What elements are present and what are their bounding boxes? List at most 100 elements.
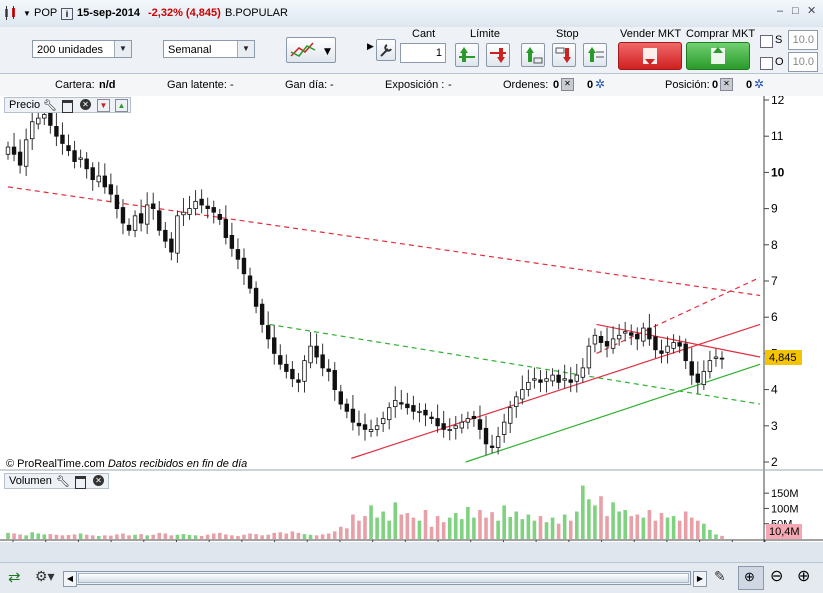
move-down-icon[interactable]: ▼ bbox=[97, 99, 110, 112]
volume-bar-up bbox=[581, 485, 585, 539]
volume-bar-up bbox=[387, 520, 392, 539]
candle-up bbox=[526, 381, 531, 390]
period-value: Semanal bbox=[168, 44, 212, 56]
chart-type-button[interactable]: ▼ bbox=[286, 37, 336, 63]
side-arrow-icon[interactable]: ▶ bbox=[367, 41, 374, 52]
candle-down bbox=[223, 219, 229, 238]
volume-bar-down bbox=[326, 533, 331, 539]
limit-buy-button[interactable] bbox=[455, 43, 479, 67]
title-bar: ▼ POP i 15-sep-2014 -2,32% (4,845) B.POP… bbox=[0, 0, 823, 28]
period-select[interactable]: Semanal ▼ bbox=[163, 40, 255, 58]
volume-bar-down bbox=[60, 535, 65, 539]
volume-bar-up bbox=[665, 517, 670, 539]
zoom-fit-button[interactable]: ⊕ bbox=[738, 566, 764, 590]
horizontal-scrollbar[interactable] bbox=[76, 571, 691, 585]
price-tick-label: 11 bbox=[771, 129, 784, 143]
volume-bar-down bbox=[653, 520, 658, 539]
candle-up bbox=[562, 378, 567, 381]
o-input[interactable]: 10.0 bbox=[788, 52, 818, 72]
volume-bar-down bbox=[115, 534, 119, 539]
quote-date: 15-sep-2014 bbox=[77, 7, 140, 19]
price-tick-label: 10 bbox=[771, 165, 785, 179]
info-icon[interactable]: i bbox=[61, 8, 73, 20]
orders-gear-icon[interactable]: ✲ bbox=[595, 77, 605, 91]
volume-bar-up bbox=[181, 534, 186, 539]
candle-down bbox=[84, 158, 89, 170]
scroll-right-button[interactable]: ▶ bbox=[693, 571, 707, 587]
candle-down bbox=[284, 363, 289, 372]
s-input[interactable]: 10.0 bbox=[788, 30, 818, 50]
indicator-icon[interactable]: ⚙▾ bbox=[35, 568, 55, 585]
cancel-orders-icon[interactable]: ✕ bbox=[561, 78, 574, 91]
buy-icon bbox=[711, 47, 725, 64]
wrench-icon[interactable]: 🔧︎ bbox=[56, 475, 70, 489]
chart-type-icon: ▼ bbox=[290, 42, 331, 57]
stop-label: Stop bbox=[556, 28, 579, 40]
window-icon[interactable] bbox=[75, 476, 86, 489]
close-position-icon[interactable]: ✕ bbox=[720, 78, 733, 91]
swap-chart-icon[interactable]: ⇄ bbox=[8, 568, 21, 586]
units-select[interactable]: 200 unidades ▼ bbox=[32, 40, 132, 58]
s-checkbox[interactable] bbox=[760, 35, 773, 48]
minimize-icon[interactable]: – bbox=[777, 6, 788, 17]
wrench-button[interactable] bbox=[376, 39, 396, 61]
volume-bar-down bbox=[254, 534, 258, 539]
candle-up bbox=[175, 215, 180, 254]
volume-bar-down bbox=[278, 532, 283, 539]
maximize-icon[interactable]: □ bbox=[792, 6, 803, 17]
price-panel-title: Precio bbox=[9, 99, 41, 111]
volume-bar-up bbox=[42, 534, 47, 539]
candle-up bbox=[622, 331, 628, 334]
volume-bar-up bbox=[514, 511, 519, 539]
close-panel-icon[interactable]: ✕ bbox=[93, 475, 104, 486]
candle-up bbox=[181, 211, 186, 216]
candle-down bbox=[344, 403, 350, 412]
volume-bar-down bbox=[224, 534, 228, 539]
candle-down bbox=[290, 368, 295, 380]
draw-tool-icon[interactable]: ✎ bbox=[714, 568, 726, 585]
chevron-down-icon[interactable]: ▼ bbox=[237, 41, 254, 57]
volume-bar-up bbox=[708, 529, 712, 539]
sell-market-button[interactable] bbox=[618, 42, 682, 70]
chart-area[interactable]: 12111098765432 150M100M50M 2011marmayjul… bbox=[0, 96, 823, 542]
volume-bar-down bbox=[169, 535, 174, 539]
stop-sell-button[interactable] bbox=[552, 43, 576, 67]
window-icon[interactable] bbox=[62, 100, 73, 113]
dropdown-arrow-icon[interactable]: ▼ bbox=[23, 9, 31, 18]
current-price-label: 4,845 bbox=[769, 352, 797, 364]
vender-label: Vender MKT bbox=[620, 28, 682, 40]
scrollbar-thumb[interactable] bbox=[78, 573, 689, 583]
close-icon[interactable]: ✕ bbox=[807, 6, 818, 17]
candle-down bbox=[60, 134, 65, 144]
zoom-out-icon[interactable]: ⊖ bbox=[770, 566, 783, 586]
wrench-icon[interactable]: 🔧︎ bbox=[43, 99, 57, 113]
symbol-code[interactable]: POP bbox=[34, 7, 57, 19]
credit-text: © ProRealTime.com Datos recibidos en fin… bbox=[6, 458, 247, 470]
volume-bar-up bbox=[375, 517, 379, 539]
volume-bar-down bbox=[272, 532, 277, 539]
o-checkbox[interactable] bbox=[760, 57, 773, 70]
stop-buy-icon bbox=[526, 47, 543, 64]
stop-buy-button[interactable] bbox=[521, 43, 545, 67]
chevron-down-icon[interactable]: ▼ bbox=[114, 41, 131, 57]
ordenes-label: Ordenes: bbox=[503, 79, 549, 91]
volume-bar-down bbox=[357, 520, 361, 539]
zoom-in-icon[interactable]: ⊕ bbox=[797, 566, 810, 586]
volume-bar-down bbox=[230, 535, 234, 539]
volume-bar-down bbox=[12, 533, 16, 539]
volume-bar-up bbox=[587, 499, 591, 539]
cant-input[interactable]: 1 bbox=[400, 43, 446, 63]
volume-bar-down bbox=[345, 528, 349, 539]
volume-bar-down bbox=[647, 509, 652, 539]
trailing-stop-button[interactable] bbox=[583, 43, 607, 67]
close-panel-icon[interactable]: ✕ bbox=[80, 99, 91, 110]
limit-sell-button[interactable] bbox=[486, 43, 510, 67]
price-volume-chart[interactable]: 12111098765432 150M100M50M 2011marmayjul… bbox=[0, 96, 823, 542]
candle-down bbox=[247, 275, 253, 289]
position-gear-icon[interactable]: ✲ bbox=[754, 77, 764, 91]
volume-bar-down bbox=[121, 533, 125, 539]
scroll-left-button[interactable]: ◀ bbox=[63, 571, 77, 587]
volume-bar-up bbox=[24, 535, 28, 539]
buy-market-button[interactable] bbox=[686, 42, 750, 70]
move-up-icon[interactable]: ▲ bbox=[115, 99, 128, 112]
